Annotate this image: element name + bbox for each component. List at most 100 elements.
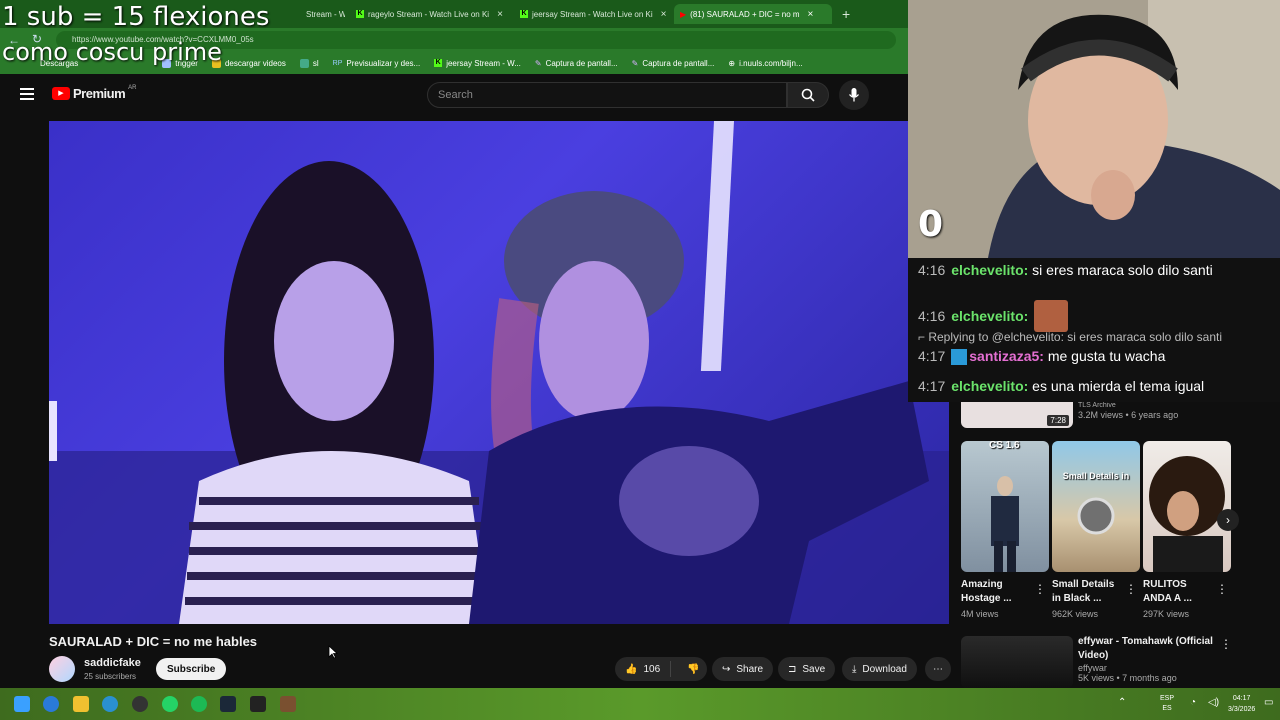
chat-time: 4:17	[918, 348, 946, 364]
close-icon[interactable]: ×	[497, 9, 503, 20]
more-actions-button[interactable]: ⋯	[925, 657, 951, 681]
webcam-frame	[908, 0, 1280, 258]
share-button[interactable]: ↪ Share	[712, 657, 774, 681]
subscribe-button[interactable]: Subscribe	[156, 658, 227, 680]
video-frame	[49, 121, 949, 624]
search-input[interactable]: Search	[427, 82, 787, 108]
minecraft-icon[interactable]	[280, 696, 296, 712]
spotify-icon[interactable]	[191, 696, 207, 712]
download-label: Download	[862, 663, 907, 675]
tab-youtube-active[interactable]: ▶ (81) SAURALAD + DIC = no m ×	[674, 4, 832, 24]
bookmark-descargar-videos[interactable]: descargar videos	[211, 58, 286, 68]
tab-kick-3[interactable]: Kjeersay Stream - Watch Live on Ki ×	[514, 4, 674, 24]
start-icon[interactable]	[14, 696, 30, 712]
video-thumbnail[interactable]	[961, 636, 1073, 688]
clock[interactable]: 04:17 3/3/2026	[1228, 693, 1255, 715]
bookmark-label: descargar videos	[224, 58, 286, 68]
short-thumbnail-2[interactable]: Small Details in	[1052, 441, 1140, 572]
logo-text: Premium	[73, 86, 126, 101]
pen-icon: ✎	[631, 58, 639, 68]
close-icon[interactable]: ×	[661, 9, 667, 20]
tab-label: rageylo Stream - Watch Live on Ki	[368, 9, 490, 19]
video-info[interactable]: effywar - Tomahawk (Official Video) effy…	[1078, 635, 1213, 683]
menu-icon[interactable]	[20, 88, 34, 100]
bookmark-nuuls[interactable]: ⊕ i.nuuls.com/biljn...	[728, 59, 802, 68]
bookmark-previsualizar[interactable]: RP Previsualizar y des...	[333, 59, 421, 68]
youtube-logo[interactable]: ▶ Premium AR	[52, 85, 136, 101]
partial-video-thumbnail[interactable]: 7:28	[961, 402, 1073, 428]
short-menu-icon[interactable]: ⋮	[1216, 582, 1228, 596]
video-duration: 7:28	[1047, 415, 1069, 426]
bookmark-captura-1[interactable]: ✎ Captura de pantall...	[535, 59, 618, 68]
video-menu-icon[interactable]: ⋮	[1220, 637, 1232, 651]
share-icon: ↪	[722, 663, 731, 675]
bookmark-label: Previsualizar y des...	[346, 58, 421, 68]
video-title: SAURALAD + DIC = no me hables	[49, 634, 258, 649]
short-menu-icon[interactable]: ⋮	[1125, 582, 1137, 596]
short-menu-icon[interactable]: ⋮	[1034, 582, 1046, 596]
search-button[interactable]	[787, 82, 829, 108]
network-icon[interactable]: ◔	[1190, 697, 1196, 708]
thumbnail-figure	[1077, 497, 1115, 535]
file-explorer-icon[interactable]	[73, 696, 89, 712]
short-info-3[interactable]: RULITOS ANDA A ... 297K views	[1143, 578, 1192, 619]
bookmark-label: Captura de pantall...	[642, 58, 715, 68]
download-button[interactable]: ⤓ Download	[842, 657, 917, 681]
video-player[interactable]	[49, 121, 949, 624]
channel-name[interactable]: saddicfake	[84, 657, 141, 669]
kick-icon: K	[434, 59, 443, 67]
video-title-line: effywar - Tomahawk (Official	[1078, 636, 1213, 647]
chevron-right-icon: ›	[1226, 513, 1230, 527]
app-icon[interactable]	[250, 696, 266, 712]
short-info-1[interactable]: Amazing Hostage ... 4M views	[961, 578, 1012, 619]
like-button[interactable]: 👍 106	[615, 661, 672, 677]
search-placeholder: Search	[438, 89, 473, 101]
channel-avatar[interactable]	[49, 656, 75, 682]
whatsapp-icon[interactable]	[162, 696, 178, 712]
tab-label: Stream - Watch Li	[306, 9, 345, 19]
chat-message: 4:17 santizaza5: me gusta tu wacha	[918, 348, 1166, 366]
thumbs-up-icon: 👍	[625, 663, 638, 675]
short-title: Small Details	[1052, 579, 1115, 590]
dislike-button[interactable]: 👎	[677, 664, 709, 675]
overlay-sub-goal: 1 sub = 15 flexiones	[2, 2, 270, 32]
new-tab-button[interactable]: +	[836, 4, 856, 24]
notification-icon[interactable]: ▭	[1264, 697, 1273, 708]
tab-kick-1[interactable]: Stream - Watch Li	[300, 4, 345, 24]
chat-text: me gusta tu wacha	[1047, 348, 1166, 364]
edge-icon[interactable]	[43, 696, 59, 712]
partial-video-title[interactable]: TLS Archive	[1078, 402, 1116, 409]
chat-time: 4:16	[918, 262, 946, 278]
chat-text: si eres maraca solo dilo santi	[1032, 262, 1213, 278]
bookmark-sl[interactable]: sl	[299, 58, 319, 68]
save-button[interactable]: ⊐ Save	[778, 657, 836, 681]
tab-kick-2[interactable]: Krageylo Stream - Watch Live on Ki ×	[350, 4, 510, 24]
shorts-next-button[interactable]: ›	[1217, 509, 1239, 531]
chat-reply-context: ⌐ Replying to @elchevelito: si eres mara…	[918, 330, 1222, 344]
chat-message: 4:17 elchevelito: es una mierda el tema i…	[918, 378, 1204, 394]
language-code: ESP	[1160, 695, 1175, 702]
voice-search-button[interactable]	[839, 80, 869, 110]
close-icon[interactable]: ×	[808, 9, 814, 20]
browser-icon[interactable]	[102, 696, 118, 712]
windows-taskbar: ⌃ ESP ES ◔ ◁) 04:17 3/3/2026 ▭	[0, 688, 1280, 720]
short-thumbnail-3[interactable]	[1143, 441, 1231, 572]
short-title: in Black ...	[1052, 593, 1102, 604]
obs-icon[interactable]	[132, 696, 148, 712]
search-icon	[801, 88, 815, 102]
tray-chevron-icon[interactable]: ⌃	[1118, 697, 1126, 708]
language-indicator[interactable]: ESP ES	[1160, 694, 1174, 714]
short-info-2[interactable]: Small Details in Black ... 962K views	[1052, 578, 1114, 619]
short-title: Amazing	[961, 579, 1003, 590]
short-title: RULITOS	[1143, 579, 1187, 590]
short-thumbnail-1[interactable]: CS 1.6	[961, 441, 1049, 572]
volume-icon[interactable]: ◁)	[1208, 697, 1219, 708]
thumbnail-figure	[991, 476, 1019, 572]
pen-icon: ✎	[534, 58, 542, 68]
emote-icon	[1034, 300, 1069, 332]
bookmark-jeersay[interactable]: Kjeersay Stream - W...	[434, 59, 521, 68]
bookmark-label: jeersay Stream - W...	[446, 58, 521, 68]
like-dislike-group: 👍 106 👎	[615, 657, 707, 681]
bookmark-captura-2[interactable]: ✎ Captura de pantall...	[632, 59, 715, 68]
steam-icon[interactable]	[220, 696, 236, 712]
